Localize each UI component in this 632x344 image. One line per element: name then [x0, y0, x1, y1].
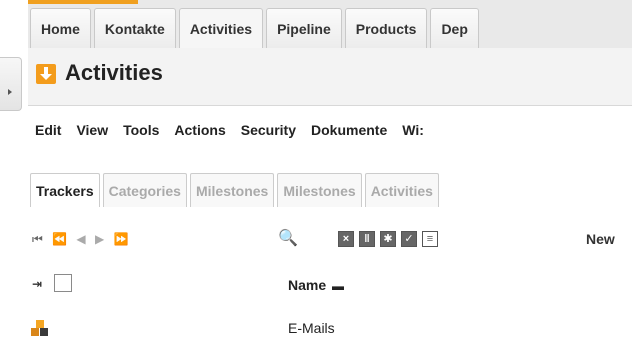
chevron-right-icon: [8, 89, 12, 95]
subtab-trackers[interactable]: Trackers: [30, 173, 100, 207]
grid-toolbar: ⏮ ⏪ ◀ ▶ ⏩ 🔍 × ‖ ✱ ✓ ≡ New: [28, 222, 632, 258]
menu-view[interactable]: View: [76, 122, 108, 138]
select-all-checkbox[interactable]: [54, 274, 72, 292]
subtab-categories[interactable]: Categories: [102, 173, 187, 207]
sort-indicator-icon: ▬: [332, 279, 345, 293]
tab-dep[interactable]: Dep: [430, 8, 479, 48]
column-header-name[interactable]: Name ▬: [288, 277, 344, 293]
page-title: Activities: [65, 60, 163, 85]
tab-kontakte[interactable]: Kontakte: [93, 8, 176, 48]
column-header-name-label: Name: [288, 277, 327, 293]
tracker-icon: [31, 320, 49, 336]
subtab-milestones-2[interactable]: Milestones: [277, 173, 362, 207]
accent-bar: [28, 0, 138, 4]
menu-edit[interactable]: Edit: [35, 122, 61, 138]
menu-dokumente[interactable]: Dokumente: [311, 122, 387, 138]
toolbar-icons: × ‖ ✱ ✓ ≡: [338, 231, 443, 247]
tab-pipeline[interactable]: Pipeline: [266, 8, 342, 48]
menu-security[interactable]: Security: [241, 122, 296, 138]
list-icon[interactable]: ≡: [422, 231, 438, 247]
pager-controls[interactable]: ⏮ ⏪ ◀ ▶ ⏩: [32, 232, 132, 247]
menu: Edit View Tools Actions Security Dokumen…: [35, 122, 439, 138]
pager-nav-icons[interactable]: ⏪ ◀ ▶ ⏩: [52, 232, 131, 246]
tab-activities[interactable]: Activities: [178, 8, 264, 48]
menu-tools[interactable]: Tools: [123, 122, 159, 138]
table-row[interactable]: E-Mails: [28, 310, 632, 344]
first-page-icon[interactable]: ⏮: [32, 232, 46, 246]
title-bar: Activities: [28, 48, 632, 106]
check-icon[interactable]: ✓: [401, 231, 417, 247]
tab-products[interactable]: Products: [344, 8, 428, 48]
top-tabs: Home Kontakte Activities Pipeline Produc…: [30, 8, 482, 48]
download-icon: [36, 64, 56, 84]
menu-actions[interactable]: Actions: [174, 122, 225, 138]
left-strip: [0, 0, 28, 344]
delete-icon[interactable]: ×: [338, 231, 354, 247]
tab-home[interactable]: Home: [30, 8, 91, 48]
columns-icon[interactable]: ‖: [359, 231, 375, 247]
search-icon[interactable]: 🔍: [278, 228, 298, 248]
subtab-milestones[interactable]: Milestones: [189, 173, 275, 207]
new-button[interactable]: New: [586, 231, 615, 247]
column-toggle-icon[interactable]: ⇥: [32, 277, 42, 291]
row-name[interactable]: E-Mails: [288, 320, 335, 336]
sidebar-toggle[interactable]: [0, 57, 22, 111]
menubar: Edit View Tools Actions Security Dokumen…: [28, 107, 632, 152]
subtab-activities[interactable]: Activities: [364, 173, 439, 207]
grid-header: ⇥ Name ▬: [28, 263, 632, 303]
settings-icon[interactable]: ✱: [380, 231, 396, 247]
sub-tabs: Trackers Categories Milestones Milestone…: [30, 173, 442, 207]
menu-wizard[interactable]: Wi:: [402, 122, 424, 138]
